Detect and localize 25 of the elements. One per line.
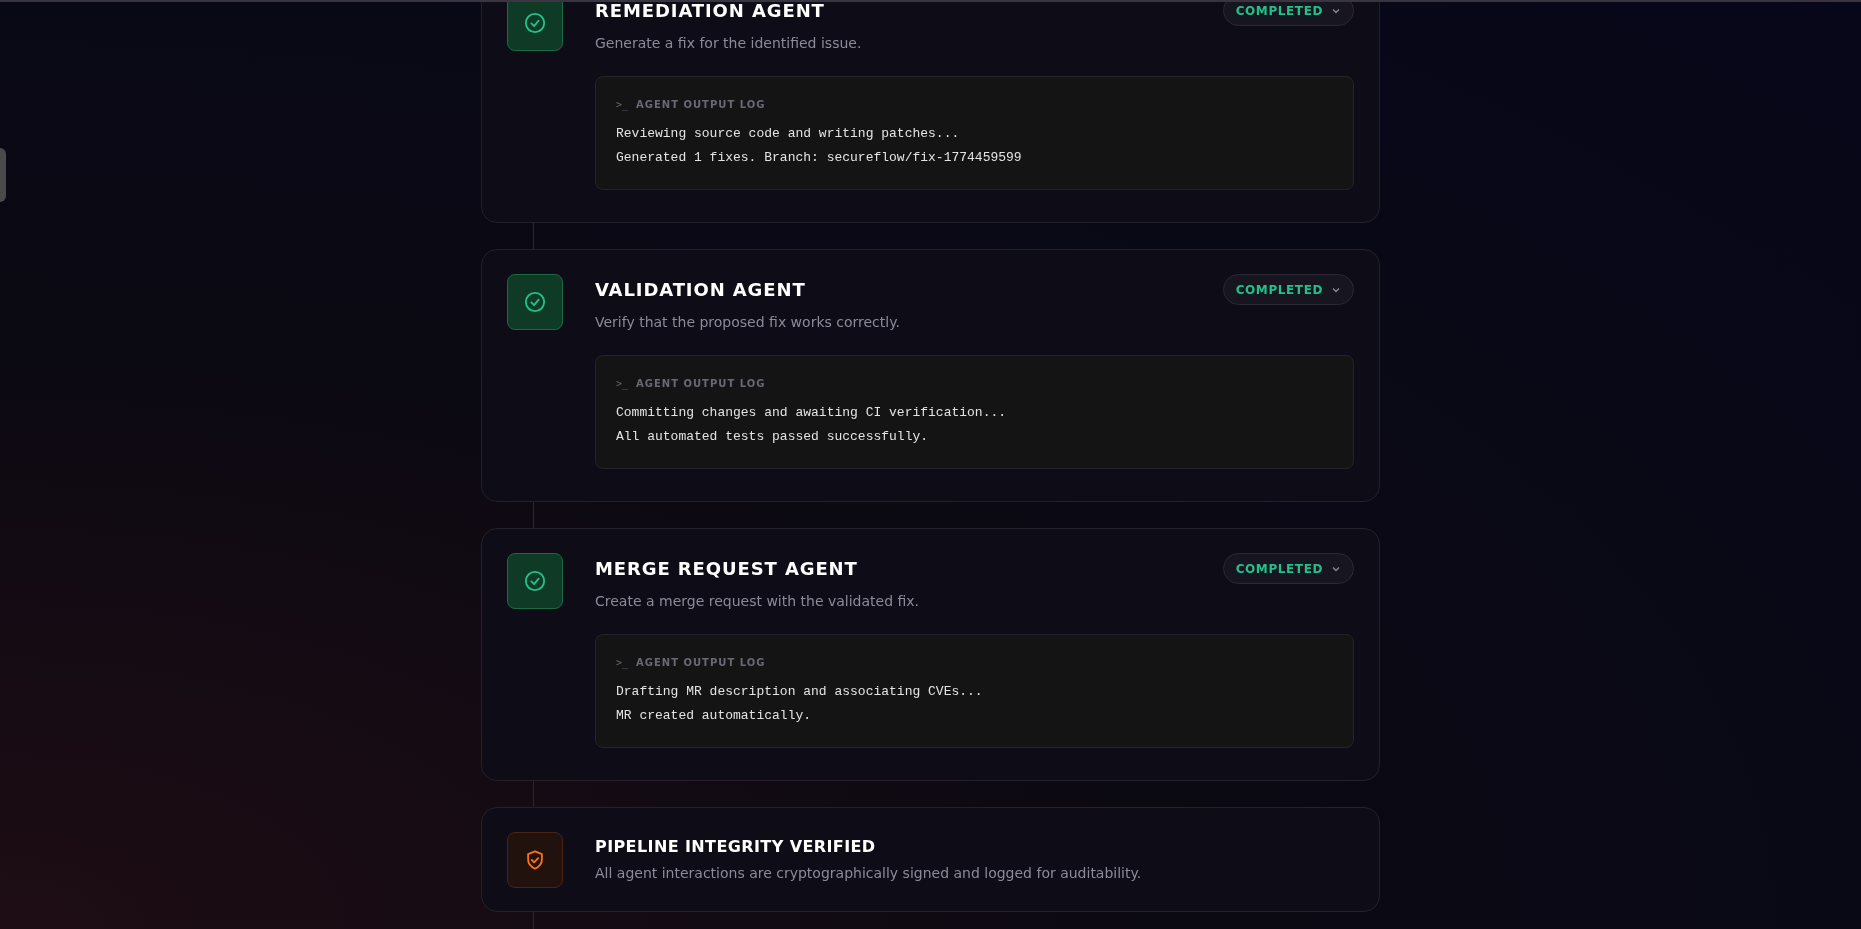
integrity-title: PIPELINE INTEGRITY VERIFIED — [595, 836, 877, 858]
log-title: AGENT OUTPUT LOG — [636, 656, 766, 670]
log-line: MR created automatically. — [616, 706, 813, 725]
agent-description: Generate a fix for the identified issue. — [595, 34, 863, 53]
log-line: Committing changes and awaiting CI verification... — [616, 404, 1008, 422]
agent-title: VALIDATION AGENT — [595, 278, 806, 302]
status-dropdown[interactable]: COMPLETED — [1222, 2, 1354, 26]
agent-description: Create a merge request with the validated fix. — [595, 592, 921, 611]
terminal-prompt: >_ — [616, 656, 629, 670]
log-line: All automated tests passed successfully. — [616, 427, 930, 446]
status-dropdown[interactable]: COMPLETED — [1222, 553, 1354, 584]
agent-title: REMEDIATION AGENT — [595, 2, 825, 23]
agent-description: Verify that the proposed fix works correctly. — [595, 313, 901, 332]
log-line: Generated 1 fixes. Branch: secureflow/fix-1774459599 — [616, 148, 1023, 167]
log-title: AGENT OUTPUT LOG — [636, 377, 766, 391]
shield-check-icon — [507, 831, 563, 888]
status-dropdown[interactable]: COMPLETED — [1222, 274, 1354, 305]
terminal-prompt: >_ — [616, 377, 629, 391]
scrollbar-thumb[interactable] — [0, 148, 6, 202]
agent-title: MERGE REQUEST AGENT — [595, 557, 858, 581]
log-line: Drafting MR description and associating CVEs... — [616, 683, 984, 701]
log-title: AGENT OUTPUT LOG — [636, 98, 766, 112]
terminal-prompt: >_ — [616, 98, 629, 112]
integrity-description: All agent interactions are cryptographically signed and logged for auditability. — [595, 864, 1142, 883]
log-line: Reviewing source code and writing patches... — [616, 125, 961, 143]
